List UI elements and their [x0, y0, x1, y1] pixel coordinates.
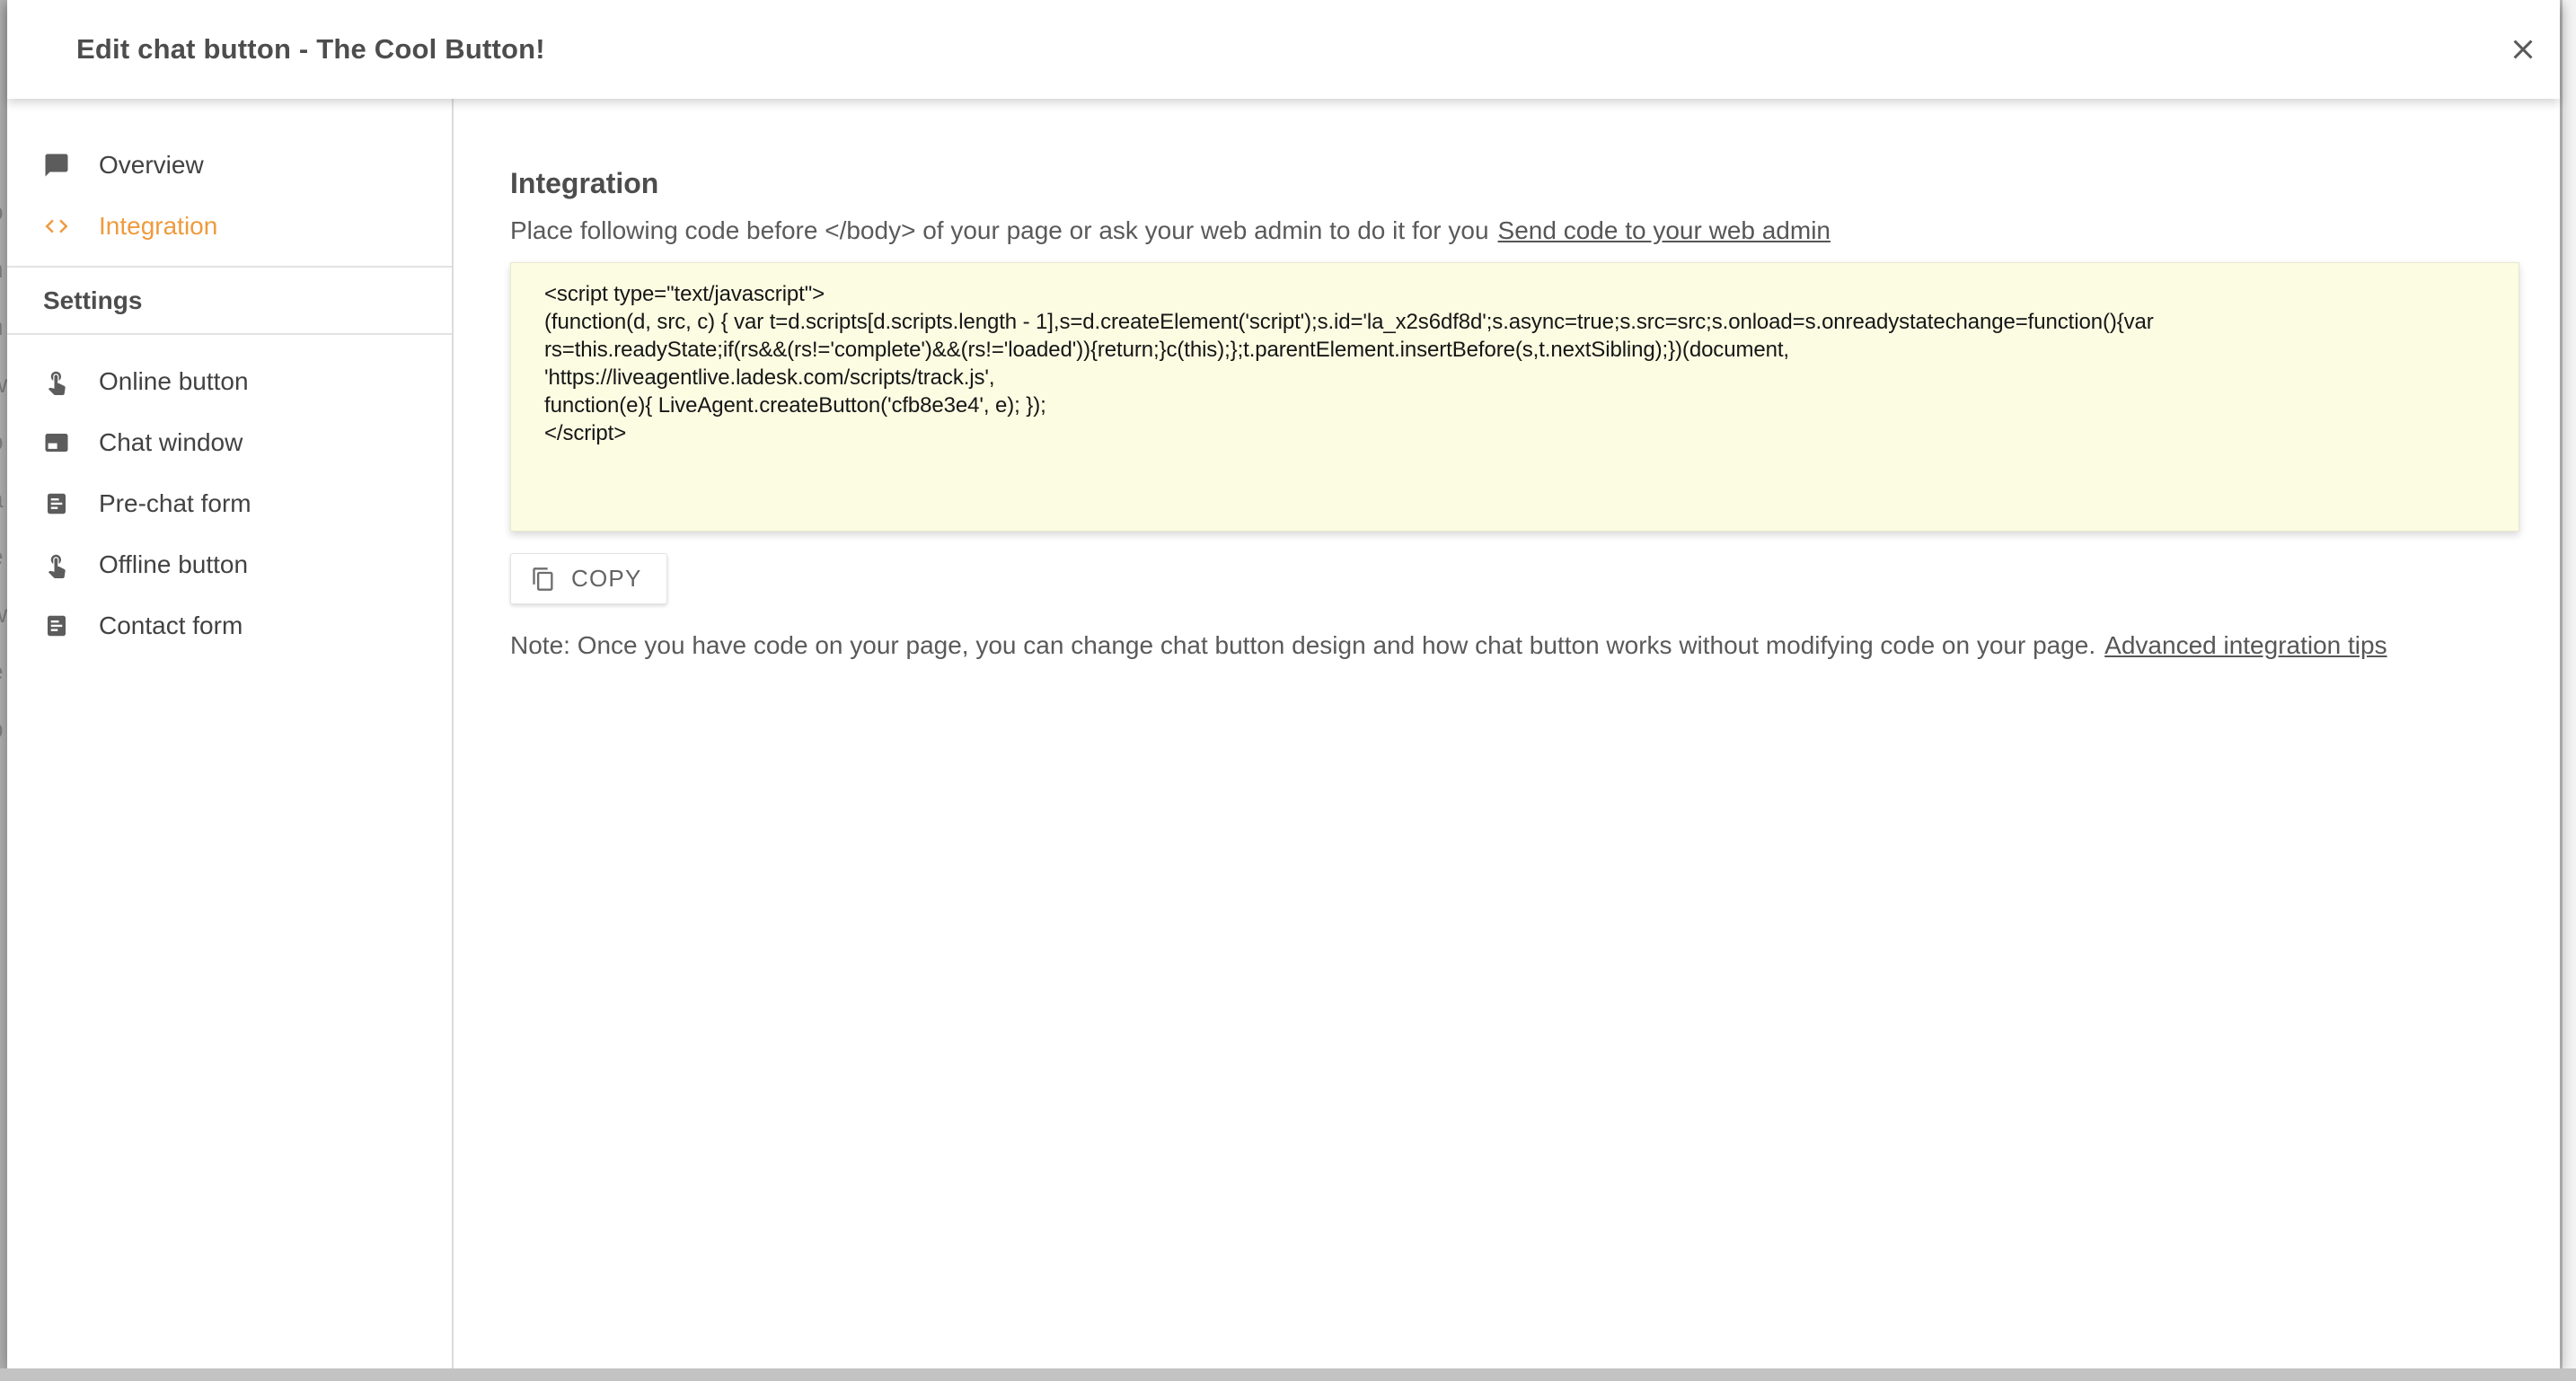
sidebar-item-overview[interactable]: Overview — [7, 135, 452, 196]
instruction-label: Place following code before </body> of y… — [510, 216, 1489, 244]
touch-app-icon — [43, 368, 70, 395]
note-text: Note: Once you have code on your page, y… — [510, 629, 2533, 662]
touch-app-icon — [43, 551, 70, 578]
form-icon — [43, 490, 70, 517]
sidebar: Overview Integration Settings Online — [7, 99, 454, 1368]
page-behind-right-edge — [2560, 0, 2576, 1381]
close-button[interactable] — [2502, 29, 2544, 70]
note-label: Note: Once you have code on your page, y… — [510, 631, 2095, 659]
sidebar-item-label: Chat window — [99, 428, 243, 457]
integration-code-block[interactable]: <script type="text/javascript"> (functio… — [510, 262, 2519, 532]
code-icon — [43, 213, 70, 240]
sidebar-item-label: Contact form — [99, 611, 243, 640]
code-line: </script> — [544, 419, 2497, 447]
dialog-body: Overview Integration Settings Online — [7, 99, 2560, 1368]
sidebar-item-chat-window[interactable]: Chat window — [7, 412, 452, 473]
sidebar-item-offline-button[interactable]: Offline button — [7, 534, 452, 595]
panel-heading: Integration — [510, 166, 2533, 200]
copy-icon — [531, 567, 556, 592]
sidebar-item-integration[interactable]: Integration — [7, 196, 452, 257]
code-line: 'https://liveagentlive.ladesk.com/script… — [544, 364, 2497, 391]
sidebar-item-label: Online button — [99, 367, 249, 396]
sidebar-item-label: Pre-chat form — [99, 489, 251, 518]
page-behind-left-edge: ronhwoaeweb — [0, 0, 7, 1381]
sidebar-item-contact-form[interactable]: Contact form — [7, 595, 452, 656]
advanced-integration-tips-link[interactable]: Advanced integration tips — [2104, 631, 2386, 659]
close-icon — [2507, 33, 2539, 66]
code-line: <script type="text/javascript"> — [544, 280, 2497, 308]
send-code-link[interactable]: Send code to your web admin — [1498, 216, 1831, 244]
code-line: function(e){ LiveAgent.createButton('cfb… — [544, 391, 2497, 419]
copy-button-label: COPY — [571, 565, 641, 593]
page-behind-bottom-edge — [0, 1368, 2576, 1381]
chat-bubble-icon — [43, 152, 70, 179]
sidebar-item-pre-chat-form[interactable]: Pre-chat form — [7, 473, 452, 534]
copy-button[interactable]: COPY — [510, 553, 667, 604]
clipped-background-text: ronhwoaeweb — [0, 126, 5, 758]
sidebar-item-online-button[interactable]: Online button — [7, 351, 452, 412]
sidebar-nav-group: Overview Integration — [7, 135, 452, 266]
chat-window-icon — [43, 429, 70, 456]
sidebar-item-label: Overview — [99, 151, 204, 180]
sidebar-item-label: Integration — [99, 212, 217, 241]
settings-section-heading: Settings — [7, 268, 452, 333]
dialog-title: Edit chat button - The Cool Button! — [76, 33, 545, 66]
code-line: rs=this.readyState;if(rs&&(rs!='complete… — [544, 336, 2497, 364]
form-icon — [43, 612, 70, 639]
instruction-text: Place following code before </body> of y… — [510, 215, 2533, 247]
code-line: (function(d, src, c) { var t=d.scripts[d… — [544, 308, 2497, 336]
dialog-header: Edit chat button - The Cool Button! — [7, 0, 2560, 99]
edit-chat-button-dialog: Edit chat button - The Cool Button! Over… — [7, 0, 2560, 1368]
integration-panel: Integration Place following code before … — [454, 99, 2560, 1368]
sidebar-settings-group: Online button Chat window Pre-chat form — [7, 335, 452, 656]
sidebar-item-label: Offline button — [99, 550, 248, 579]
